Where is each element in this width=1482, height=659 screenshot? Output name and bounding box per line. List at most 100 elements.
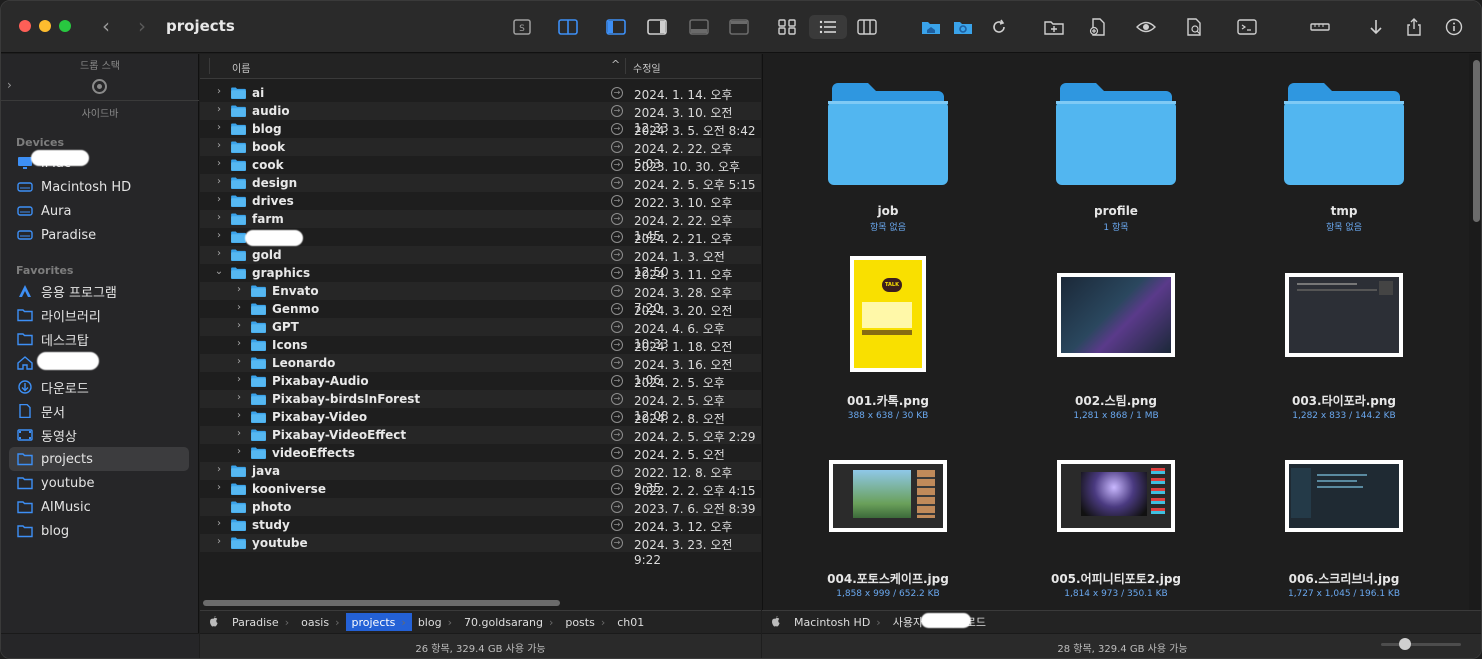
folder-tile[interactable]: tmp 항목 없음 — [1254, 204, 1434, 233]
reveal-arrow-icon[interactable]: → — [611, 87, 623, 99]
eye-icon[interactable] — [1133, 15, 1159, 39]
reveal-arrow-icon[interactable]: → — [611, 267, 623, 279]
sidebar-item-macintosh-hd[interactable]: Macintosh HD — [9, 175, 189, 199]
sidebar-item-동영상[interactable]: 동영상 — [9, 423, 189, 447]
chevron-right-icon[interactable]: › — [234, 320, 244, 331]
reveal-arrow-icon[interactable]: → — [611, 447, 623, 459]
minimize-window-button[interactable] — [39, 20, 51, 32]
image-thumbnail[interactable] — [1057, 460, 1175, 532]
image-thumbnail[interactable] — [1285, 273, 1403, 357]
reveal-arrow-icon[interactable]: → — [611, 537, 623, 549]
table-row[interactable]: › Pixabay-VideoEffect → 2024. 2. 5. 오후 2:29 — [200, 426, 761, 444]
table-row[interactable]: ›videoEffects→2024. 2. 5. 오전 11:17 — [200, 444, 761, 477]
reveal-arrow-icon[interactable]: → — [611, 375, 623, 387]
settings-folder-icon[interactable] — [950, 15, 976, 39]
reveal-arrow-icon[interactable]: → — [611, 393, 623, 405]
table-row[interactable]: › audio → 2024. 3. 10. 오전 12:33 — [200, 102, 761, 135]
new-file-icon[interactable] — [1085, 15, 1111, 39]
image-tile[interactable]: 005.어피니티포토2.jpg 1,814 x 973 / 350.1 KB — [1026, 570, 1206, 599]
sidebar-item-youtube[interactable]: youtube — [9, 471, 189, 495]
table-row[interactable]: › GPT → 2024. 4. 6. 오후 10:33 — [200, 318, 761, 351]
table-row[interactable]: › youtube → 2024. 3. 23. 오전 9:22 — [200, 534, 761, 567]
drop-stack-target-icon[interactable] — [92, 79, 107, 94]
reveal-arrow-icon[interactable]: → — [611, 321, 623, 333]
chevron-right-icon[interactable]: › — [234, 410, 244, 421]
reveal-arrow-icon[interactable]: → — [611, 249, 623, 261]
sidebar-item-aimusic[interactable]: AIMusic — [9, 495, 189, 519]
breadcrumb-item[interactable]: projects › — [345, 613, 412, 631]
reveal-arrow-icon[interactable]: → — [611, 213, 623, 225]
chevron-right-icon[interactable]: › — [234, 284, 244, 295]
image-tile[interactable]: 006.스크리브너.jpg 1,727 x 1,045 / 196.1 KB — [1254, 570, 1434, 599]
reveal-arrow-icon[interactable]: → — [611, 339, 623, 351]
refresh-icon[interactable] — [986, 15, 1012, 39]
breadcrumb-item[interactable]: Macintosh HD › — [788, 613, 887, 631]
table-row[interactable]: ›Icons→2024. 1. 18. 오전 9:24 — [200, 336, 761, 369]
table-row[interactable]: ›cook→2023. 10. 30. 오후 6:47 — [200, 156, 761, 189]
image-tile[interactable]: 001.카톡.png 388 x 638 / 30 KB — [798, 392, 978, 421]
chevron-right-icon[interactable]: › — [214, 248, 224, 259]
name-column-header[interactable]: 이름 — [232, 60, 250, 75]
download-arrow-icon[interactable] — [1363, 15, 1389, 39]
top-panel-icon[interactable] — [726, 15, 752, 39]
table-row[interactable]: › Envato → 2024. 3. 28. 오후 7:20 — [200, 282, 761, 315]
breadcrumb-item[interactable]: blog › — [412, 613, 458, 631]
table-row[interactable]: › farm → 2024. 2. 22. 오후 1:45 — [200, 210, 761, 243]
preview-panel-icon[interactable] — [644, 15, 670, 39]
sidebar-item-projects[interactable]: projects — [9, 447, 189, 471]
toggle-panel-icon[interactable]: S — [509, 15, 535, 39]
table-row[interactable]: › blog → 2024. 3. 5. 오전 8:42 — [200, 120, 761, 138]
sidebar-item-aura[interactable]: Aura — [9, 199, 189, 223]
chevron-right-icon[interactable]: › — [234, 302, 244, 313]
chevron-down-icon[interactable]: ⌄ — [214, 266, 224, 277]
chevron-right-icon[interactable]: › — [234, 428, 244, 439]
folder-icon[interactable] — [1056, 79, 1176, 188]
zoom-window-button[interactable] — [59, 20, 71, 32]
chevron-right-icon[interactable]: › — [214, 536, 224, 547]
reveal-arrow-icon[interactable]: → — [611, 177, 623, 189]
chevron-right-icon[interactable]: › — [214, 518, 224, 529]
image-tile[interactable]: 004.포토스케이프.jpg 1,858 x 999 / 652.2 KB — [798, 570, 978, 599]
reveal-arrow-icon[interactable]: → — [611, 105, 623, 117]
sidebar-item-문서[interactable]: 문서 — [9, 399, 189, 423]
table-row[interactable]: › Leonardo → 2024. 3. 16. 오전 1:06 — [200, 354, 761, 387]
table-row[interactable]: ›Pixabay-Audio→2024. 2. 5. 오후 12:41 — [200, 372, 761, 405]
chevron-right-icon[interactable]: › — [214, 212, 224, 223]
image-thumbnail[interactable] — [829, 460, 947, 532]
sidebar-item-blog[interactable]: blog — [9, 519, 189, 543]
sort-ascending-icon[interactable]: ^ — [611, 58, 620, 71]
chevron-right-icon[interactable]: › — [214, 194, 224, 205]
table-row[interactable]: › java → 2022. 12. 8. 오후 9:35 — [200, 462, 761, 495]
chevron-right-icon[interactable]: › — [214, 104, 224, 115]
reveal-arrow-icon[interactable]: → — [611, 357, 623, 369]
reveal-arrow-icon[interactable]: → — [611, 123, 623, 135]
chevron-right-icon[interactable]: › — [234, 356, 244, 367]
table-row[interactable]: ›ai→2024. 1. 14. 오후 1:17 — [200, 84, 761, 117]
vertical-scrollbar-thumb[interactable] — [1473, 60, 1480, 222]
table-row[interactable]: › gold → 2024. 1. 3. 오전 12:50 — [200, 246, 761, 279]
horizontal-scrollbar-thumb[interactable] — [203, 600, 560, 606]
reveal-arrow-icon[interactable]: → — [611, 141, 623, 153]
breadcrumb-item[interactable]: ch01 — [611, 613, 650, 631]
chevron-right-icon[interactable]: › — [234, 446, 244, 457]
chevron-right-icon[interactable]: › — [214, 122, 224, 133]
reveal-arrow-icon[interactable]: → — [611, 303, 623, 315]
table-row[interactable]: ›drives→2022. 3. 10. 오후 6:06 — [200, 192, 761, 225]
sidebar-item-home[interactable] — [9, 351, 189, 375]
terminal-icon[interactable] — [1234, 15, 1260, 39]
table-row[interactable]: ›Genmo→2024. 3. 20. 오전 12:14 — [200, 300, 761, 333]
table-row[interactable]: photo → 2023. 7. 6. 오전 8:39 — [200, 498, 761, 516]
folder-tile[interactable]: profile 1 항목 — [1026, 204, 1206, 233]
sidebar-item-paradise[interactable]: Paradise — [9, 223, 189, 247]
table-row[interactable]: ›Pixabay-Video→2024. 2. 8. 오전 10:01 — [200, 408, 761, 441]
table-row[interactable]: › design → 2024. 2. 5. 오후 5:15 — [200, 174, 761, 192]
reveal-arrow-icon[interactable]: → — [611, 501, 623, 513]
sidebar-item-응용-프로그램[interactable]: 응용 프로그램 — [9, 279, 189, 303]
reveal-arrow-icon[interactable]: → — [611, 285, 623, 297]
chevron-right-icon[interactable]: › — [214, 86, 224, 97]
table-row[interactable]: ›study→2024. 3. 12. 오후 5:51 — [200, 516, 761, 549]
get-info-icon[interactable] — [1181, 15, 1207, 39]
icon-view-icon[interactable] — [774, 15, 800, 39]
table-row[interactable]: › book → 2024. 2. 22. 오후 5:03 — [200, 138, 761, 171]
breadcrumb-item[interactable]: posts › — [559, 613, 611, 631]
